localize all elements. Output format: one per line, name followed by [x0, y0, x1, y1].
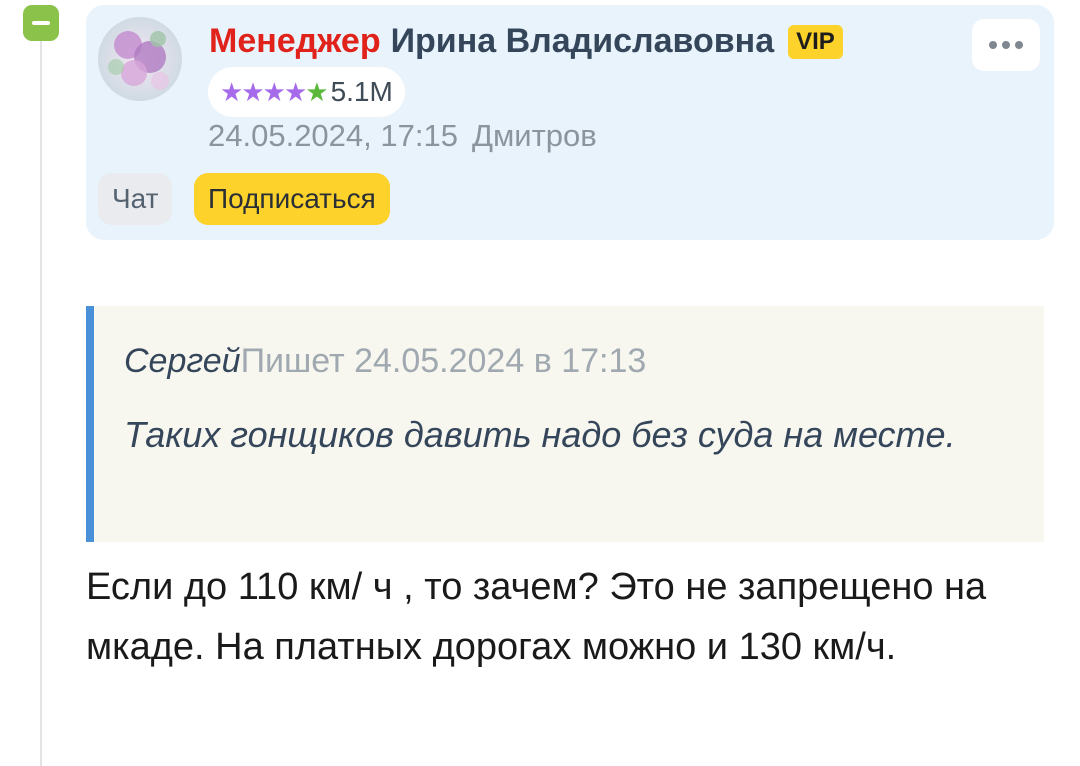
star-icon: ★ [262, 77, 286, 107]
quote-author[interactable]: Сергей [124, 342, 241, 380]
rating-value: 5.1M [330, 76, 393, 107]
collapse-button[interactable] [23, 5, 59, 41]
author-name[interactable]: Ирина Владиславовна [391, 22, 775, 61]
vip-badge: VIP [788, 24, 843, 59]
quote-text: Таких гонщиков давить надо без суда на м… [124, 414, 956, 455]
quote-block: СергейПишет 24.05.2024 в 17:13 Таких гон… [86, 306, 1044, 542]
star-icon: ★ [283, 77, 308, 107]
quote-header: СергейПишет 24.05.2024 в 17:13 [124, 342, 646, 381]
star-icon: ★ [220, 77, 244, 107]
more-icon [989, 41, 997, 49]
star-icon: ★ [305, 77, 329, 107]
star-icon: ★ [241, 77, 265, 107]
author-card: Менеджер Ирина Владиславовна VIP ★ ★ ★ ★… [86, 5, 1054, 240]
author-role: Менеджер [209, 22, 381, 60]
rating-stars: ★ ★ ★ ★ ★ [220, 77, 329, 107]
subscribe-button[interactable]: Подписаться [194, 173, 390, 225]
more-icon [1002, 41, 1010, 49]
comment-meta: 24.05.2024, 17:15 Дмитров [208, 118, 597, 154]
thread-line [40, 40, 42, 766]
more-icon [1015, 41, 1023, 49]
comment-city: Дмитров [471, 118, 597, 153]
avatar[interactable] [98, 17, 182, 101]
rating-pill: ★ ★ ★ ★ ★ 5.1M [208, 67, 405, 117]
chat-button[interactable]: Чат [98, 173, 173, 225]
author-name-line: Менеджер Ирина Владиславовна VIP [209, 22, 843, 61]
comment-date: 24.05.2024, 17:15 [208, 118, 458, 153]
more-button[interactable] [972, 19, 1040, 71]
quote-meta: Пишет 24.05.2024 в 17:13 [240, 342, 647, 380]
comment-text: Если до 110 км/ ч , то зачем? Это не зап… [86, 566, 987, 668]
minus-icon [32, 21, 50, 25]
